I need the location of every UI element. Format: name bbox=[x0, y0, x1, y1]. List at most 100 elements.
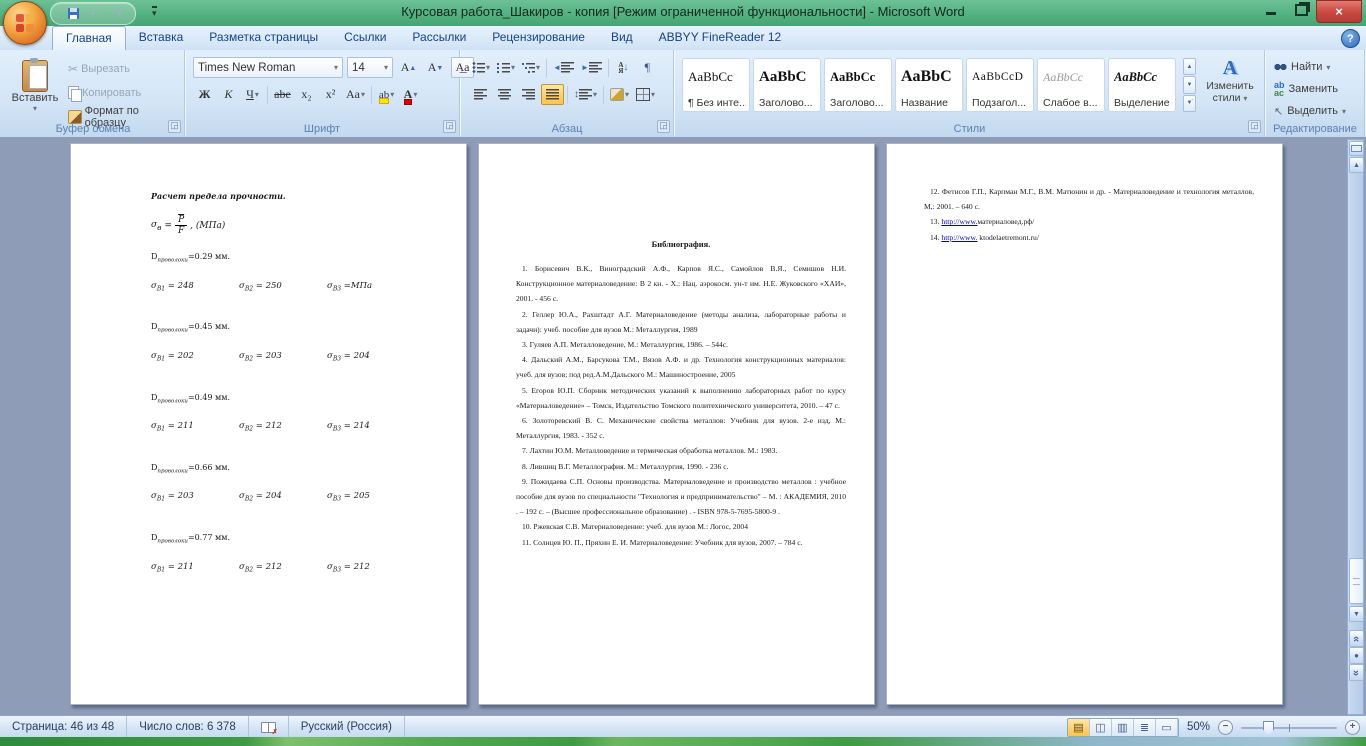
save-button[interactable] bbox=[65, 6, 81, 22]
diameter-line[interactable]: Dпроволоки=0.66 мм. bbox=[151, 463, 438, 475]
shrink-font-button[interactable]: А▼ bbox=[424, 57, 447, 78]
font-name-combobox[interactable]: Times New Roman▾ bbox=[193, 57, 343, 78]
bibliography-title[interactable]: Библиография. bbox=[516, 239, 846, 249]
sigma-value[interactable]: σВ3 = 204 bbox=[327, 351, 415, 363]
ribbon-tab[interactable]: Вид bbox=[598, 26, 646, 50]
paste-button[interactable]: Вставить ▾ bbox=[8, 56, 62, 122]
change-case-button[interactable]: Aa▾ bbox=[343, 84, 368, 105]
zoom-level[interactable]: 50% bbox=[1187, 721, 1210, 733]
redo-button[interactable]: ↷ bbox=[109, 6, 125, 22]
sigma-value[interactable]: σВ2 = 212 bbox=[239, 562, 327, 574]
strikethrough-button[interactable]: abe bbox=[271, 84, 294, 105]
font-dialog-launcher[interactable]: ◲ bbox=[443, 120, 456, 133]
sigma-value[interactable]: σВ1 = 202 bbox=[151, 351, 239, 363]
diameter-line[interactable]: Dпроволоки=0.49 мм. bbox=[151, 393, 438, 405]
sigma-value[interactable]: σВ2 = 250 bbox=[239, 281, 327, 293]
style-card[interactable]: AaBbCc Слабое в... bbox=[1037, 58, 1105, 112]
office-button[interactable] bbox=[3, 1, 47, 45]
numbering-button[interactable]: ▾ bbox=[494, 57, 518, 78]
shading-button[interactable]: ▾ bbox=[607, 84, 632, 105]
select-button[interactable]: ↖ Выделить▾ bbox=[1274, 101, 1346, 121]
multilevel-list-button[interactable]: ▾ bbox=[519, 57, 543, 78]
ribbon-tab[interactable]: Ссылки bbox=[331, 26, 399, 50]
clipboard-dialog-launcher[interactable]: ◲ bbox=[168, 120, 181, 133]
copy-button[interactable]: Копировать bbox=[64, 81, 184, 104]
bibliography-item[interactable]: 11. Солнцев Ю. П., Пряхин Е. И. Материал… bbox=[516, 535, 846, 550]
zoom-out-button[interactable]: − bbox=[1218, 720, 1233, 735]
ribbon-tab[interactable]: Рецензирование bbox=[479, 26, 598, 50]
bibliography-item[interactable]: 12. Фетисов Г.П., Карпман М.Г., В.М. Мат… bbox=[924, 184, 1254, 214]
bibliography-item[interactable]: 2. Геллер Ю.А., Рахштадт А.Г. Материалов… bbox=[516, 307, 846, 337]
web-layout-view-button[interactable]: ▥ bbox=[1112, 719, 1134, 736]
style-card[interactable]: AaBbCcD Подзагол... bbox=[966, 58, 1034, 112]
scroll-down-button[interactable]: ▼ bbox=[1349, 606, 1364, 622]
cut-button[interactable]: ✂Вырезать bbox=[64, 57, 184, 80]
superscript-button[interactable]: x² bbox=[319, 84, 342, 105]
scroll-up-button[interactable]: ▲ bbox=[1349, 157, 1364, 173]
sigma-value[interactable]: σВ3 = 212 bbox=[327, 562, 415, 574]
zoom-in-button[interactable]: + bbox=[1345, 720, 1360, 735]
paragraph-dialog-launcher[interactable]: ◲ bbox=[657, 120, 670, 133]
style-card[interactable]: AaBbCc Заголово... bbox=[824, 58, 892, 112]
bibliography-item[interactable]: 10. Ржевская С.В. Материаловедение: учеб… bbox=[516, 519, 846, 534]
sigma-values-row[interactable]: σВ1 = 203 σВ2 = 204 σВ3 = 205 bbox=[151, 491, 438, 503]
font-color-button[interactable]: А▾ bbox=[399, 84, 422, 105]
italic-button[interactable]: К bbox=[217, 84, 240, 105]
subscript-button[interactable]: x₂ bbox=[295, 84, 318, 105]
bullets-button[interactable]: ▾ bbox=[469, 57, 493, 78]
line-spacing-button[interactable]: ↕▾ bbox=[571, 84, 600, 105]
close-button[interactable]: × bbox=[1316, 0, 1362, 23]
hyperlink[interactable]: http://www. bbox=[941, 217, 977, 226]
language-indicator[interactable]: Русский (Россия) bbox=[289, 716, 405, 738]
sigma-value[interactable]: σВ1 = 211 bbox=[151, 562, 239, 574]
change-styles-button[interactable]: A Изменить стили ▾ bbox=[1202, 56, 1258, 118]
styles-scroll-down[interactable]: ▼ bbox=[1183, 76, 1196, 93]
document-page-2[interactable]: Библиография. 1. Борисевич В.К., Виногра… bbox=[478, 143, 875, 705]
text-highlight-button[interactable]: ab▾ bbox=[375, 84, 398, 105]
styles-scroll-up[interactable]: ▲ bbox=[1183, 58, 1196, 75]
ruler-toggle-button[interactable] bbox=[1349, 141, 1364, 156]
bibliography-link-item[interactable]: 13. http://www.материаловед.рф/ bbox=[924, 214, 1254, 229]
zoom-slider-thumb[interactable] bbox=[1263, 721, 1274, 736]
sigma-values-row[interactable]: σВ1 = 248 σВ2 = 250 σВ3 =МПа bbox=[151, 281, 438, 293]
styles-gallery-expand[interactable]: ▼̄ bbox=[1183, 95, 1196, 112]
sigma-value[interactable]: σВ3 = 205 bbox=[327, 491, 415, 503]
document-page-1[interactable]: Расчет предела прочности. σв = PF , (МПа… bbox=[70, 143, 467, 705]
fullscreen-reading-view-button[interactable]: ◫ bbox=[1090, 719, 1112, 736]
ribbon-tab[interactable]: Вставка bbox=[126, 26, 197, 50]
sigma-value[interactable]: σВ1 = 203 bbox=[151, 491, 239, 503]
sigma-value[interactable]: σВ2 = 204 bbox=[239, 491, 327, 503]
bibliography-item[interactable]: 7. Лахтин Ю.М. Металловедение и термичес… bbox=[516, 443, 846, 458]
style-card[interactable]: AaBbC Заголово... bbox=[753, 58, 821, 112]
page-indicator[interactable]: Страница: 46 из 48 bbox=[0, 716, 127, 738]
sigma-value[interactable]: σВ2 = 203 bbox=[239, 351, 327, 363]
ribbon-tab[interactable]: Рассылки bbox=[399, 26, 479, 50]
strength-formula[interactable]: σв = PF , (МПа) bbox=[151, 215, 438, 236]
decrease-indent-button[interactable]: ◄ bbox=[550, 57, 577, 78]
sigma-value[interactable]: σВ1 = 211 bbox=[151, 421, 239, 433]
vertical-scrollbar[interactable]: ▲ ▼ « ● « bbox=[1347, 139, 1364, 715]
customize-qat-button[interactable]: ▾ bbox=[152, 6, 157, 18]
replace-button[interactable]: abac Заменить bbox=[1274, 79, 1338, 99]
style-card[interactable]: AaBbCc Выделение bbox=[1108, 58, 1176, 112]
diameter-section[interactable]: Dпроволоки=0.29 мм. σВ1 = 248 σВ2 = 250 … bbox=[151, 252, 438, 292]
bibliography-item[interactable]: 4. Дальский А.М., Барсукова Т.М., Вязов … bbox=[516, 352, 846, 382]
sigma-value[interactable]: σВ3 = 214 bbox=[327, 421, 415, 433]
align-left-button[interactable] bbox=[469, 84, 492, 105]
scrollbar-thumb[interactable] bbox=[1349, 558, 1364, 604]
diameter-section[interactable]: Dпроволоки=0.77 мм. σВ1 = 211 σВ2 = 212 … bbox=[151, 533, 438, 573]
next-page-button[interactable]: « bbox=[1349, 664, 1364, 681]
styles-dialog-launcher[interactable]: ◲ bbox=[1248, 120, 1261, 133]
bibliography-item[interactable]: 9. Пожидаева С.П. Основы производства. М… bbox=[516, 474, 846, 520]
sigma-value[interactable]: σВ1 = 248 bbox=[151, 281, 239, 293]
ribbon-tab[interactable]: Главная bbox=[52, 26, 126, 51]
undo-button[interactable]: ↶ bbox=[87, 6, 103, 22]
diameter-section[interactable]: Dпроволоки=0.49 мм. σВ1 = 211 σВ2 = 212 … bbox=[151, 393, 438, 433]
font-size-combobox[interactable]: 14▾ bbox=[347, 57, 393, 78]
outline-view-button[interactable]: ≣ bbox=[1134, 719, 1156, 736]
sigma-value[interactable]: σВ3 =МПа bbox=[327, 281, 415, 293]
restore-button[interactable] bbox=[1286, 0, 1316, 20]
underline-button[interactable]: Ч▾ bbox=[241, 84, 264, 105]
justify-button[interactable] bbox=[541, 84, 564, 105]
paste-dropdown-caret[interactable]: ▾ bbox=[33, 104, 37, 113]
